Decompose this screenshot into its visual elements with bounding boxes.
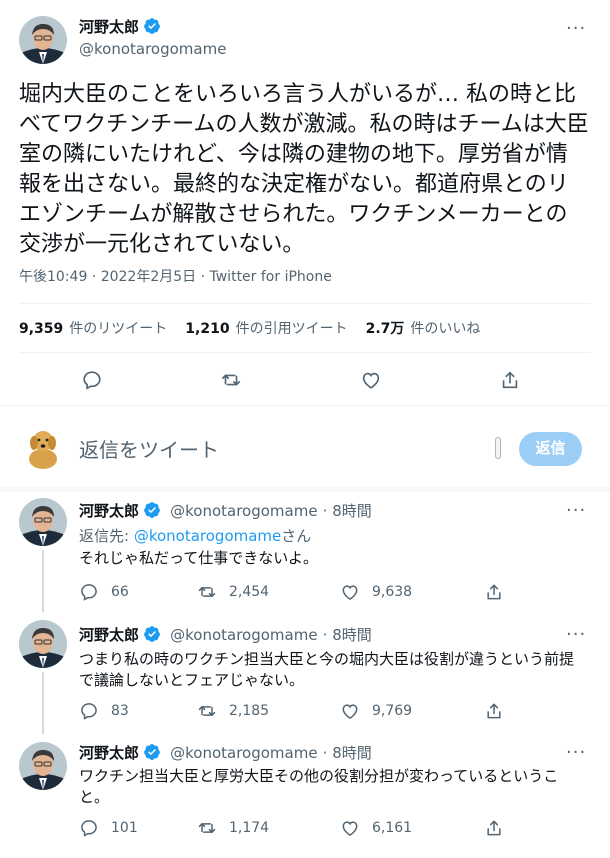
tweet-time[interactable]: 午後10:49 · 2022年2月5日 · <box>19 269 210 285</box>
share-action[interactable] <box>484 818 516 838</box>
reply-author-handle[interactable]: @konotarogomame <box>170 626 317 644</box>
reply-icon <box>79 582 99 602</box>
reply-icon[interactable] <box>81 369 103 391</box>
reply-author-name[interactable]: 河野太郎 <box>79 502 139 520</box>
retweet-count: 2,185 <box>229 703 270 719</box>
like-icon <box>340 818 360 838</box>
reply-to-prefix: 返信先: <box>79 527 134 545</box>
reply-avatar-image <box>19 742 67 790</box>
reply-text: つまり私の時のワクチン担当大臣と今の堀内大臣は役割が違うという前提で議論しないと… <box>79 650 575 689</box>
reply-avatar[interactable] <box>19 742 67 790</box>
reply-to-mention[interactable]: @konotarogomame <box>134 527 281 545</box>
reply-icon <box>79 701 99 721</box>
share-icon <box>484 582 504 602</box>
retweet-action[interactable]: 2,454 <box>197 582 269 602</box>
reply-count: 66 <box>111 584 129 600</box>
verified-badge-icon <box>143 743 161 761</box>
like-count: 9,769 <box>372 703 413 719</box>
retweet-icon <box>197 701 217 721</box>
author-avatar[interactable] <box>19 16 67 64</box>
tweet-source[interactable]: Twitter for iPhone <box>210 269 332 285</box>
verified-badge-icon <box>143 625 161 643</box>
tweet-timestamp: 午後10:49 · 2022年2月5日 · Twitter for iPhone <box>19 266 332 286</box>
tweet-stats: 9,359 件のリツイート 1,210 件の引用ツイート 2.7万 件のいいね <box>19 318 498 338</box>
author-name[interactable]: 河野太郎 <box>79 18 139 36</box>
divider <box>19 352 591 353</box>
reply-button[interactable]: 返信 <box>519 432 582 466</box>
thread-line <box>42 672 44 734</box>
like-count: 9,638 <box>372 584 413 600</box>
reply-to-line: 返信先: @konotarogomameさん <box>79 525 311 546</box>
divider <box>0 405 610 406</box>
like-action[interactable]: 9,638 <box>340 582 412 602</box>
reply-author-handle[interactable]: @konotarogomame <box>170 744 317 762</box>
retweet-count: 1,174 <box>229 820 270 836</box>
retweet-icon <box>197 582 217 602</box>
reply-compose-input[interactable]: 返信をツイート <box>79 434 219 463</box>
reply-time[interactable]: · 8時間 <box>323 626 372 644</box>
retweet-icon <box>197 818 217 838</box>
share-icon <box>484 701 504 721</box>
retweet-count[interactable]: 9,359 件のリツイート <box>19 318 185 338</box>
divider <box>19 303 591 304</box>
reply-author-name[interactable]: 河野太郎 <box>79 744 139 762</box>
reply-avatar[interactable] <box>19 620 67 668</box>
reply-time[interactable]: · 8時間 <box>323 502 372 520</box>
retweet-icon[interactable] <box>220 369 242 391</box>
quote-count[interactable]: 1,210 件の引用ツイート <box>185 318 365 338</box>
like-icon <box>340 582 360 602</box>
reply-action[interactable]: 66 <box>79 582 129 602</box>
reply-avatar-image <box>19 498 67 546</box>
share-action[interactable] <box>484 582 516 602</box>
dog-avatar-image <box>19 421 67 469</box>
author-handle[interactable]: @konotarogomame <box>79 40 226 58</box>
like-action[interactable]: 9,769 <box>340 701 412 721</box>
like-count: 6,161 <box>372 820 413 836</box>
like-icon[interactable] <box>360 369 382 391</box>
reply-author-handle[interactable]: @konotarogomame <box>170 502 317 520</box>
more-icon[interactable]: ··· <box>566 624 586 645</box>
reply-action[interactable]: 83 <box>79 701 129 721</box>
reply-avatar-image <box>19 620 67 668</box>
reply-text: ワクチン担当大臣と厚労大臣その他の役割分担が変わっているということ。 <box>79 767 559 806</box>
retweet-action[interactable]: 1,174 <box>197 818 269 838</box>
share-icon <box>484 818 504 838</box>
more-icon[interactable]: ··· <box>566 742 586 763</box>
like-count[interactable]: 2.7万 件のいいね <box>366 318 499 338</box>
reply-count: 83 <box>111 703 129 719</box>
reply-header: 河野太郎 @konotarogomame · 8時間 <box>79 500 372 521</box>
verified-badge-icon <box>143 501 161 519</box>
verified-badge-icon <box>143 17 161 35</box>
reply-text: それじゃ私だって仕事できないよ。 <box>79 549 318 567</box>
reply-count: 101 <box>111 820 138 836</box>
reply-to-suffix: さん <box>281 527 312 545</box>
share-action[interactable] <box>484 701 516 721</box>
current-user-avatar[interactable] <box>19 421 67 469</box>
like-action[interactable]: 6,161 <box>340 818 412 838</box>
retweet-count: 2,454 <box>229 584 270 600</box>
share-icon[interactable] <box>499 369 521 391</box>
reply-author-name[interactable]: 河野太郎 <box>79 626 139 644</box>
more-icon[interactable]: ··· <box>566 18 586 39</box>
reply-header: 河野太郎 @konotarogomame · 8時間 <box>79 742 372 763</box>
reply-action[interactable]: 101 <box>79 818 138 838</box>
reply-icon <box>79 818 99 838</box>
divider <box>0 487 610 492</box>
reply-avatar[interactable] <box>19 498 67 546</box>
reply-header: 河野太郎 @konotarogomame · 8時間 <box>79 624 372 645</box>
retweet-action[interactable]: 2,185 <box>197 701 269 721</box>
reply-time[interactable]: · 8時間 <box>323 744 372 762</box>
author-avatar-image <box>19 16 67 64</box>
like-icon <box>340 701 360 721</box>
thread-line <box>42 550 44 612</box>
compose-scroll-handle[interactable] <box>495 437 501 459</box>
more-icon[interactable]: ··· <box>566 500 586 521</box>
tweet-text: 堀内大臣のことをいろいろ言う人がいるが… 私の時と比べてワクチンチームの人数が激… <box>19 82 589 257</box>
